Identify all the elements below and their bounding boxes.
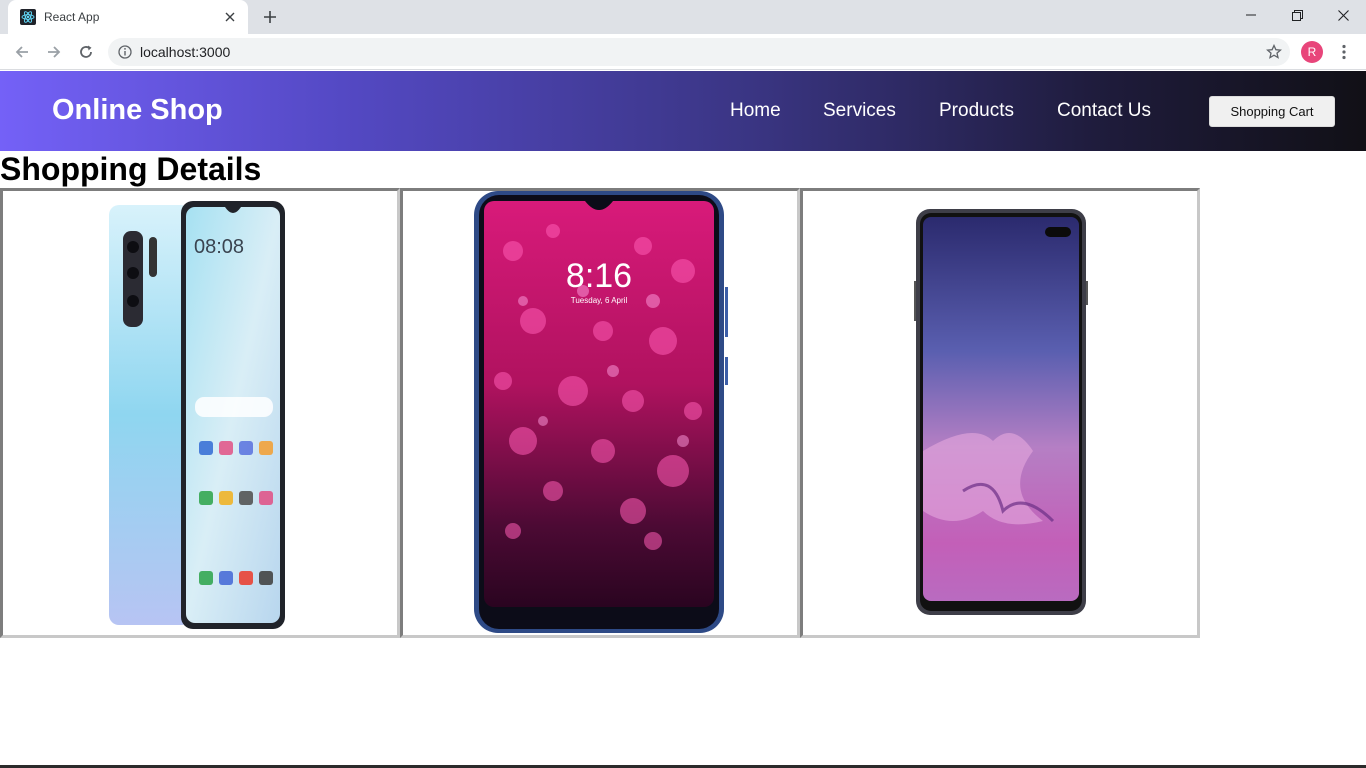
info-icon [118,45,132,59]
tab-close-icon[interactable] [222,9,238,25]
shopping-cart-button[interactable]: Shopping Cart [1209,96,1335,127]
close-window-icon[interactable] [1320,0,1366,30]
nav-home[interactable]: Home [730,100,781,122]
minimize-icon[interactable] [1228,0,1274,30]
react-logo-icon [20,9,36,25]
restore-icon[interactable] [1274,0,1320,30]
phone2-date: Tuesday, 6 April [571,296,628,305]
new-tab-icon[interactable] [260,7,280,27]
profile-avatar[interactable]: R [1301,41,1323,63]
browser-menu-icon[interactable] [1334,40,1354,64]
product-card-1[interactable]: 08:08 [0,188,400,638]
product-grid: 08:08 8:16 Tuesday, 6 April [0,188,1200,638]
back-arrow-icon[interactable] [10,40,34,64]
reload-icon[interactable] [74,40,98,64]
bookmark-star-icon[interactable] [1266,43,1282,65]
phone-image-3 [914,209,1088,615]
browser-toolbar: localhost:3000 R [0,34,1366,70]
phone-image-2: 8:16 Tuesday, 6 April [474,191,728,633]
tab-title: React App [44,10,100,24]
url-text: localhost:3000 [140,44,231,60]
window-controls [1228,0,1366,30]
phone2-time: 8:16 [566,257,632,295]
address-bar[interactable]: localhost:3000 [108,38,1290,66]
product-card-3[interactable] [800,188,1200,638]
forward-arrow-icon[interactable] [42,40,66,64]
nav-products[interactable]: Products [939,100,1014,122]
page-title: Shopping Details [0,151,262,187]
browser-tabstrip: React App [0,0,1366,34]
product-card-2[interactable]: 8:16 Tuesday, 6 April [400,188,800,638]
phone-image-1: 08:08 [109,201,285,629]
brand-logo[interactable]: Online Shop [52,94,223,127]
browser-tab[interactable]: React App [8,0,248,34]
nav-contact-us[interactable]: Contact Us [1057,100,1151,122]
site-header: Online Shop Home Services Products Conta… [0,71,1366,151]
phone1-time: 08:08 [194,236,244,258]
page-viewport: Online Shop Home Services Products Conta… [0,71,1366,768]
nav-services[interactable]: Services [823,100,896,122]
